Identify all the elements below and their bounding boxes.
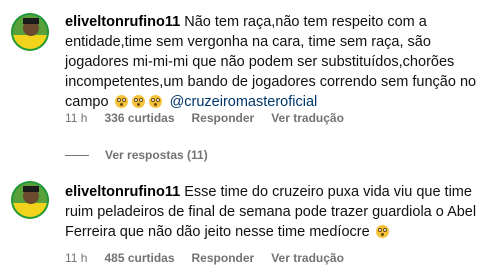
translate-button[interactable]: Ver tradução: [271, 251, 344, 265]
user-avatar-image: [11, 181, 49, 219]
comment-text: eliveltonrufino11 Esse time do cruzeiro p…: [65, 182, 490, 242]
reply-button[interactable]: Responder: [192, 111, 255, 125]
avatar[interactable]: [11, 181, 49, 219]
comment-time[interactable]: 11 h: [65, 111, 87, 125]
likes-count[interactable]: 485 curtidas: [104, 251, 174, 265]
user-avatar-image: [11, 13, 49, 51]
flushed-face-emoji: [148, 95, 162, 108]
comment-1: eliveltonrufino11 Não tem raça,não tem re…: [0, 0, 499, 140]
flushed-face-emoji: [375, 225, 389, 238]
comment-meta: 11 h 485 curtidas Responder Ver tradução: [65, 251, 344, 265]
translate-button[interactable]: Ver tradução: [271, 111, 344, 125]
mention-link[interactable]: @cruzeiromasteroficial: [170, 94, 318, 110]
flushed-face-emoji: [131, 95, 145, 108]
view-replies-label: Ver respostas (11): [105, 148, 208, 162]
flushed-face-emoji: [114, 95, 128, 108]
avatar[interactable]: [11, 13, 49, 51]
likes-count[interactable]: 336 curtidas: [104, 111, 174, 125]
view-replies-button[interactable]: Ver respostas (11): [65, 148, 208, 162]
comment-time[interactable]: 11 h: [65, 251, 87, 265]
comment-username[interactable]: eliveltonrufino11: [65, 184, 180, 200]
comment-meta: 11 h 336 curtidas Responder Ver tradução: [65, 111, 344, 125]
replies-divider-line: [65, 154, 89, 156]
comment-text: eliveltonrufino11 Não tem raça,não tem re…: [65, 12, 490, 112]
comment-username[interactable]: eliveltonrufino11: [65, 14, 180, 30]
reply-button[interactable]: Responder: [192, 251, 255, 265]
comment-2: eliveltonrufino11 Esse time do cruzeiro p…: [0, 170, 499, 270]
